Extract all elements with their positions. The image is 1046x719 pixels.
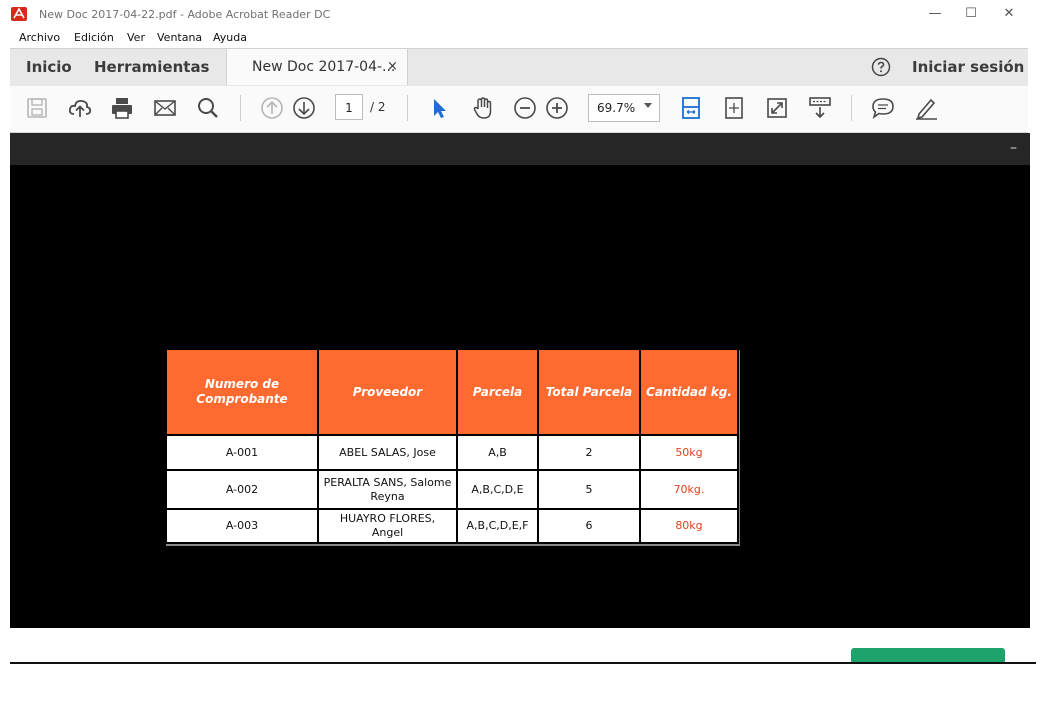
table-cell: 50kg [639, 434, 739, 471]
column-header: Total Parcela [537, 348, 641, 436]
full-screen-icon[interactable] [764, 95, 790, 121]
chevron-down-icon [644, 103, 652, 108]
close-tab-icon[interactable]: × [387, 59, 398, 74]
tab-herramientas[interactable]: Herramientas [94, 58, 210, 76]
select-cursor-icon[interactable] [427, 95, 453, 121]
table-cell: ABEL SALAS, Jose [317, 434, 458, 471]
menu-ventana[interactable]: Ventana [157, 31, 202, 44]
zoom-in-icon[interactable] [544, 95, 570, 121]
toolbar-separator [851, 95, 852, 121]
help-icon[interactable] [871, 57, 891, 77]
table-row: A-002 PERALTA SANS, Salome Reyna A,B,C,D… [165, 469, 739, 510]
tab-inicio[interactable]: Inicio [26, 58, 72, 76]
print-icon[interactable] [109, 95, 135, 121]
table-row: A-001 ABEL SALAS, Jose A,B 2 50kg [165, 434, 739, 471]
table-cell: A-002 [165, 469, 319, 510]
close-window-button[interactable]: ✕ [994, 4, 1024, 24]
bottom-divider [10, 662, 1036, 664]
page-number-input[interactable]: 1 [335, 94, 363, 120]
document-header-strip [10, 133, 1030, 165]
email-icon[interactable] [152, 95, 178, 121]
comment-icon[interactable] [870, 95, 896, 121]
maximize-button[interactable]: ☐ [956, 4, 986, 24]
fit-page-icon[interactable] [721, 95, 747, 121]
table-cell: A,B,C,D,E [456, 469, 539, 510]
toolbar-separator [240, 95, 241, 121]
table-cell: 2 [537, 434, 641, 471]
table-header-row: Numero de Comprobante Proveedor Parcela … [165, 348, 739, 436]
column-header: Parcela [456, 348, 539, 436]
highlight-pen-icon[interactable] [913, 95, 939, 121]
column-header: Proveedor [317, 348, 458, 436]
table-row: A-003 HUAYRO FLORES, Angel A,B,C,D,E,F 6… [165, 508, 739, 544]
table-cell: PERALTA SANS, Salome Reyna [317, 469, 458, 510]
window-title: New Doc 2017-04-22.pdf - Adobe Acrobat R… [39, 8, 331, 21]
menu-edicion[interactable]: Edición [74, 31, 114, 44]
column-header: Cantidad kg. [639, 348, 739, 436]
table-cell: A-001 [165, 434, 319, 471]
table-cell: A-003 [165, 508, 319, 544]
table-cell: 70kg. [639, 469, 739, 510]
page-down-icon[interactable] [291, 95, 317, 121]
menu-archivo[interactable]: Archivo [19, 31, 60, 44]
table-cell: 6 [537, 508, 641, 544]
table-cell: A,B,C,D,E,F [456, 508, 539, 544]
column-header: Numero de Comprobante [165, 348, 319, 436]
table-cell: 5 [537, 469, 641, 510]
pdf-table: Numero de Comprobante Proveedor Parcela … [165, 348, 739, 544]
collapse-icon[interactable]: – [1010, 140, 1017, 156]
sign-in-link[interactable]: Iniciar sesión [912, 58, 1024, 76]
menu-ayuda[interactable]: Ayuda [213, 31, 247, 44]
zoom-value: 69.7% [597, 101, 636, 115]
page-total: / 2 [370, 100, 386, 114]
save-icon[interactable] [24, 95, 50, 121]
menu-ver[interactable]: Ver [127, 31, 145, 44]
search-icon[interactable] [195, 95, 221, 121]
zoom-out-icon[interactable] [512, 95, 538, 121]
table-cell: 80kg [639, 508, 739, 544]
minimize-button[interactable]: — [920, 4, 950, 24]
document-tab-label: New Doc 2017-04-... [252, 59, 396, 75]
table-cell: HUAYRO FLORES, Angel [317, 508, 458, 544]
hand-tool-icon[interactable] [470, 95, 496, 121]
toolbar-separator [407, 95, 408, 121]
fit-width-icon[interactable] [678, 95, 704, 121]
upload-cloud-icon[interactable] [67, 95, 93, 121]
table-cell: A,B [456, 434, 539, 471]
page-up-icon[interactable] [259, 95, 285, 121]
acrobat-app-icon [11, 7, 27, 21]
read-mode-icon[interactable] [807, 95, 833, 121]
